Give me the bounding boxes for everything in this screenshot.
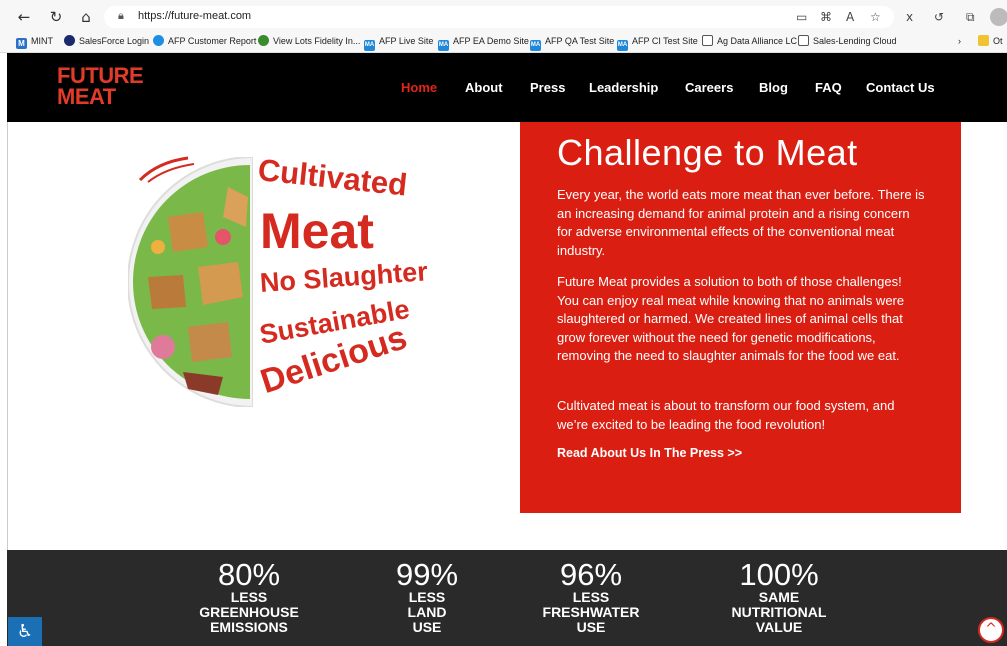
swoosh-decoration: [138, 156, 195, 183]
page-icon: [702, 35, 713, 46]
bookmark-sales-lending[interactable]: Sales-Lending Cloud: [798, 34, 897, 48]
bookmark-afp-ci-test[interactable]: MA AFP CI Test Site: [617, 34, 698, 51]
bookmark-other-folder[interactable]: Ot: [978, 34, 1003, 48]
address-row: ← ↻ ⌂ 🔒︎ https://future-meat.com ▭ ⌘ A ☆…: [0, 4, 1007, 30]
bookmark-salesforce[interactable]: SalesForce Login: [64, 34, 149, 48]
bookmark-afp-ea-demo[interactable]: MA AFP EA Demo Site: [438, 34, 529, 51]
nav-careers[interactable]: Careers: [685, 80, 733, 95]
nav-press[interactable]: Press: [530, 80, 565, 95]
stat-value: 100%: [739, 557, 819, 592]
browser-chrome: ← ↻ ⌂ 🔒︎ https://future-meat.com ▭ ⌘ A ☆…: [0, 0, 1007, 53]
nav-leadership[interactable]: Leadership: [589, 80, 658, 95]
hero-title: Challenge to Meat: [557, 132, 858, 173]
hero-paragraph-1: Every year, the world eats more meat tha…: [557, 187, 925, 258]
bookmarks-bar: M MINT SalesForce Login AFP Customer Repo…: [0, 32, 1007, 52]
reader-view-icon[interactable]: ▭: [796, 10, 807, 24]
profile-avatar[interactable]: [990, 8, 1007, 26]
hero-paragraph-2: Future Meat provides a solution to both …: [557, 274, 905, 364]
read-press-link[interactable]: Read About Us In The Press >>: [557, 446, 742, 460]
collections-icon[interactable]: ⧉: [966, 10, 975, 25]
stat-value: 80%: [217, 557, 281, 592]
favorite-icon[interactable]: ☆: [870, 10, 881, 24]
stat-value: 99%: [395, 557, 459, 592]
bookmark-afp-live[interactable]: MA AFP Live Site: [364, 34, 433, 51]
salesforce-icon: [64, 35, 75, 46]
stat-freshwater: 96% LESS FRESHWATER USE: [527, 557, 655, 635]
m-icon: M: [16, 38, 27, 49]
refresh-extension-icon[interactable]: ↺: [934, 10, 944, 24]
scroll-to-top-chevron-up-icon[interactable]: ^: [978, 617, 1004, 643]
home-icon[interactable]: ⌂: [76, 7, 96, 27]
bookmark-afp-customer-report[interactable]: AFP Customer Report: [153, 34, 256, 48]
back-arrow-icon[interactable]: ←: [14, 7, 34, 27]
hero-text-panel: Challenge to Meat Every year, the world …: [520, 122, 961, 513]
cloud-icon: [153, 35, 164, 46]
nav-contact-us[interactable]: Contact Us: [866, 80, 935, 95]
ma-icon: MA: [438, 40, 449, 51]
grid-icon[interactable]: ⌘: [820, 10, 832, 24]
bookmark-fidelity[interactable]: View Lots Fidelity In...: [258, 34, 360, 48]
stat-land: 99% LESS LAND USE: [377, 557, 477, 635]
nav-faq[interactable]: FAQ: [815, 80, 842, 95]
lock-icon: 🔒︎: [118, 9, 124, 22]
ma-icon: MA: [364, 40, 375, 51]
stat-nutrition: 100% SAME NUTRITIONAL VALUE: [719, 557, 839, 635]
stat-value: 96%: [559, 557, 623, 592]
salad-bowl-image: [128, 157, 253, 407]
bookmarks-overflow-chevron-icon[interactable]: ›: [958, 34, 961, 48]
nav-home[interactable]: Home: [401, 80, 437, 95]
fidelity-icon: [258, 35, 269, 46]
slogan-cultivated: Cultivated: [256, 152, 409, 203]
hero-illustration: Cultivated Meat No Slaughter Sustainable…: [7, 122, 520, 550]
nav-blog[interactable]: Blog: [759, 80, 788, 95]
slogan-no-slaughter: No Slaughter: [258, 256, 429, 298]
bookmark-mint[interactable]: M MINT: [16, 34, 53, 49]
url-text: https://future-meat.com: [138, 10, 252, 22]
hero-paragraph-3: Cultivated meat is about to transform ou…: [557, 398, 895, 432]
nav-about[interactable]: About: [465, 80, 503, 95]
read-aloud-icon[interactable]: A: [846, 10, 854, 24]
stats-band: 80% LESS GREENHOUSE EMISSIONS 99% LESS L…: [7, 550, 1007, 646]
page-icon: [798, 35, 809, 46]
ma-icon: MA: [530, 40, 541, 51]
accessibility-icon[interactable]: ♿︎: [8, 617, 42, 646]
ma-icon: MA: [617, 40, 628, 51]
extension-icon[interactable]: x: [906, 10, 913, 24]
folder-icon: [978, 35, 989, 46]
address-bar[interactable]: 🔒︎ https://future-meat.com: [104, 6, 894, 28]
site-header: FUTURE MEAT Home About Press Leadership …: [7, 53, 1007, 122]
bookmark-ag-data-alliance[interactable]: Ag Data Alliance LC: [702, 34, 797, 48]
bookmark-afp-qa-test[interactable]: MA AFP QA Test Site: [530, 34, 614, 51]
slogan-meat: Meat: [260, 203, 374, 259]
future-meat-logo[interactable]: FUTURE MEAT: [57, 65, 144, 108]
stat-greenhouse: 80% LESS GREENHOUSE EMISSIONS: [187, 557, 311, 635]
reload-icon[interactable]: ↻: [46, 7, 66, 27]
